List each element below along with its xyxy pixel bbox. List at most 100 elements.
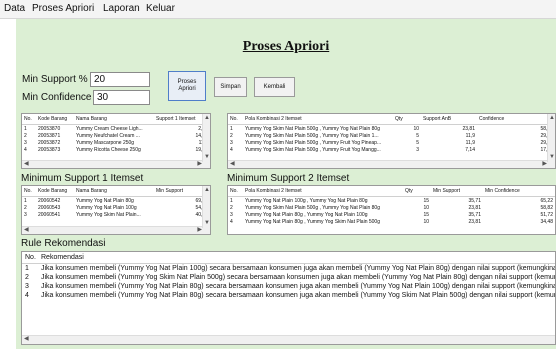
column-header[interactable]: No.: [228, 186, 243, 197]
table-cell: 3: [24, 211, 27, 218]
column-header[interactable]: Nama Barang: [74, 114, 154, 125]
table-row[interactable]: 3 Yummy Yog Skim Nat Plain 500g , Yummy F…: [228, 139, 555, 146]
table-row[interactable]: 2 Yummy Yog Skim Nat Plain 500g , Yummy Y…: [228, 132, 555, 139]
scroll-up-icon[interactable]: ▲: [549, 115, 555, 122]
table-row[interactable]: 120060542Yummy Yog Nat Plain 80g69,05: [22, 197, 210, 205]
scroll-left-icon[interactable]: ◀: [24, 227, 29, 234]
table-row[interactable]: 4 Yummy Yog Nat Plain 80g , Yummy Yog Ski…: [228, 218, 555, 225]
scroll-down-icon[interactable]: ▼: [549, 154, 555, 161]
horizontal-scrollbar[interactable]: ◀ ▶: [228, 160, 555, 168]
table-cell: 2: [24, 204, 27, 211]
menu-data[interactable]: Data: [4, 3, 25, 14]
column-header[interactable]: No.: [228, 114, 243, 125]
table-cell: Yummy Yog Nat Plain 80g , Yummy Yog Skim…: [245, 218, 380, 225]
table-cell: 17,65: [477, 146, 555, 153]
table-cell: 3: [416, 146, 419, 153]
column-header[interactable]: Confidence: [477, 114, 555, 125]
table: No. Pola Kombinasi 2 Itemset Qty Min Suppor…: [228, 186, 555, 225]
scroll-left-icon[interactable]: ◀: [24, 336, 29, 343]
table: No. Kode Barang Nama Barang Support 1 Items…: [22, 114, 210, 153]
table-cell: 23,81: [468, 204, 481, 211]
table-row[interactable]: 1 Jika konsumen membeli (Yummy Yog Nat Pl…: [22, 264, 555, 274]
vertical-scrollbar[interactable]: ▲ ▼: [547, 114, 555, 162]
horizontal-scrollbar[interactable]: ◀ ▶: [22, 226, 210, 234]
table-row[interactable]: 320053872Yummy Mascarpone 250g11,9: [22, 139, 210, 146]
table-row[interactable]: 3 Jika konsumen membeli (Yummy Yog Nat Pl…: [22, 282, 555, 291]
min-support-2-itemset-table[interactable]: No. Pola Kombinasi 2 Itemset Qty Min Suppor…: [227, 185, 556, 235]
table-cell: 10: [423, 218, 429, 225]
table-row[interactable]: 120053870Yummy Cream Cheese Ligh...2,38: [22, 125, 210, 133]
scroll-up-icon[interactable]: ▲: [204, 115, 210, 122]
table-row[interactable]: 2 Yummy Yog Skim Nat Plain 500g , Yummy Y…: [228, 204, 555, 211]
simpan-button[interactable]: Simpan: [214, 77, 247, 97]
kembali-button[interactable]: Kembali: [254, 77, 295, 97]
table-header-row: No. Pola Kombinasi 2 Itemset Qty Min Suppor…: [228, 186, 555, 197]
table-header-row: No. Pola Kombinasi 2 Itemset Qty Support An…: [228, 114, 555, 125]
table-row[interactable]: 220053871Yummy Neufchatel Cream ...14,29: [22, 132, 210, 139]
support-1-itemset-table[interactable]: No. Kode Barang Nama Barang Support 1 Items…: [21, 113, 211, 169]
table-cell: 20060543: [38, 204, 61, 211]
table-cell: 20060541: [38, 211, 61, 218]
scroll-down-icon[interactable]: ▼: [204, 220, 210, 227]
horizontal-scrollbar[interactable]: ◀: [22, 335, 555, 344]
table-row[interactable]: 2 Jika konsumen membeli (Yummy Yog Skim N…: [22, 273, 555, 282]
scroll-left-icon[interactable]: ◀: [24, 161, 29, 168]
menu-keluar[interactable]: Keluar: [146, 3, 175, 14]
page-title: Proses Apriori: [242, 39, 330, 54]
column-header[interactable]: Support AnB: [421, 114, 477, 125]
scroll-right-icon[interactable]: ▶: [197, 161, 202, 168]
menu-laporan[interactable]: Laporan: [103, 3, 140, 14]
table-row[interactable]: 4 Yummy Yog Skim Nat Plain 500g , Yummy F…: [228, 146, 555, 153]
column-header[interactable]: No.: [22, 114, 36, 125]
scroll-right-icon[interactable]: ▶: [197, 227, 202, 234]
column-header[interactable]: Qty: [403, 186, 431, 197]
table-row[interactable]: 320060541Yummy Yog Skim Nat Plain...40,4…: [22, 211, 210, 218]
table-cell: Jika konsumen membeli (Yummy Yog Nat Pla…: [41, 265, 555, 272]
table-row[interactable]: 4 Jika konsumen membeli (Yummy Yog Nat Pl…: [22, 291, 555, 300]
column-header[interactable]: Min Support: [431, 186, 483, 197]
proses-apriori-button[interactable]: Proses Apriori: [168, 71, 206, 101]
min-support-1-itemset-table[interactable]: No. Kode Barang Nama Barang Min Support 1 200…: [21, 185, 211, 235]
scroll-up-icon[interactable]: ▲: [204, 187, 210, 194]
table-cell: Jika konsumen membeli (Yummy Yog Nat Pla…: [41, 292, 555, 299]
column-header[interactable]: Kode Barang: [36, 186, 74, 197]
min-support-input[interactable]: 20: [90, 72, 150, 87]
column-header[interactable]: Rekomendasi: [38, 252, 555, 264]
scroll-down-icon[interactable]: ▼: [204, 154, 210, 161]
column-header[interactable]: No.: [22, 252, 38, 264]
column-header[interactable]: Kode Barang: [36, 114, 74, 125]
kombinasi-2-itemset-table[interactable]: No. Pola Kombinasi 2 Itemset Qty Support An…: [227, 113, 556, 169]
min-confidence-input[interactable]: 30: [93, 90, 150, 105]
table-cell: 11,9: [465, 132, 475, 139]
column-header[interactable]: Qty: [393, 114, 421, 125]
table-cell: Yummy Yog Skim Nat Plain...: [76, 211, 141, 218]
vertical-scrollbar[interactable]: ▲ ▼: [202, 114, 210, 162]
table-row[interactable]: 420053873Yummy Ricotta Cheese 250g19,05: [22, 146, 210, 153]
table-cell: 2: [24, 132, 27, 139]
scroll-left-icon[interactable]: ◀: [230, 161, 235, 168]
table-cell: 23,81: [462, 125, 475, 132]
column-header[interactable]: Nama Barang: [74, 186, 154, 197]
table-cell: 2: [230, 204, 233, 211]
horizontal-scrollbar[interactable]: ◀ ▶: [22, 160, 210, 168]
table-cell: 11,9: [465, 139, 475, 146]
table-cell: 1: [24, 125, 27, 132]
table-row[interactable]: 3 Yummy Yog Nat Plain 80g , Yummy Yog Nat…: [228, 211, 555, 218]
column-header[interactable]: Pola Kombinasi 2 Itemset: [243, 114, 393, 125]
table-cell: 20053873: [38, 146, 61, 153]
table-cell: 51,72: [540, 211, 553, 218]
table-row[interactable]: 1 Yummy Yog Nat Plain 100g , Yummy Yog Na…: [228, 197, 555, 205]
menu-proses-apriori[interactable]: Proses Apriori: [32, 3, 94, 14]
scroll-right-icon[interactable]: ▶: [542, 161, 547, 168]
table-cell: 29,41: [477, 132, 555, 139]
vertical-scrollbar[interactable]: ▲ ▼: [202, 186, 210, 228]
column-header[interactable]: No.: [22, 186, 36, 197]
table-row[interactable]: 220060543Yummy Yog Nat Plain 100g54,76: [22, 204, 210, 211]
column-header[interactable]: Min Confidence: [483, 186, 555, 197]
rule-rekomendasi-table[interactable]: No. Rekomendasi 1 Jika konsumen membeli (Yu…: [21, 251, 556, 345]
table-row[interactable]: 1 Yummy Yog Skim Nat Plain 500g , Yummy Y…: [228, 125, 555, 133]
table-cell: 1: [25, 265, 29, 272]
column-header[interactable]: Pola Kombinasi 2 Itemset: [243, 186, 403, 197]
table-cell: 20060542: [38, 197, 61, 204]
table-cell: 1: [230, 197, 233, 204]
